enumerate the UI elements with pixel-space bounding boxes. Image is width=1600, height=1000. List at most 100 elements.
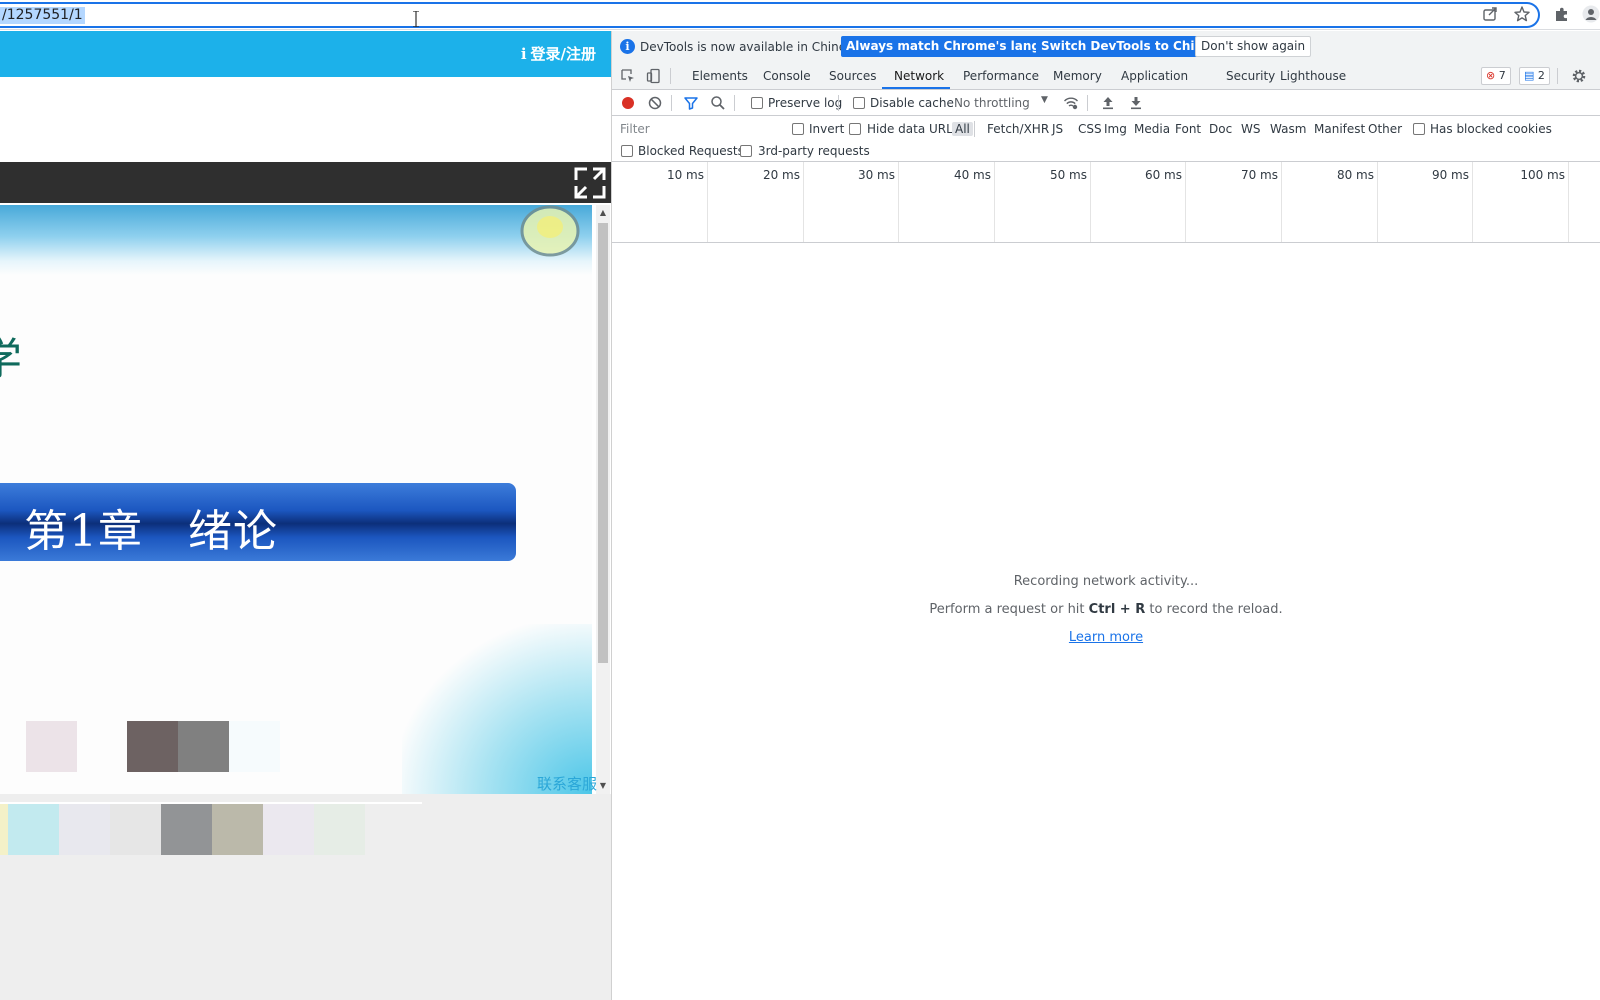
- slide-scrollbar[interactable]: ▲ ▼: [596, 205, 610, 794]
- filter-bar: Filter Invert Hide data URLs All Fetch/X…: [612, 116, 1600, 162]
- message-count-badge[interactable]: ▤ 2: [1519, 67, 1550, 85]
- reload-hint-text: Perform a request or hit Ctrl + R to rec…: [612, 602, 1600, 617]
- blocked-requests-label: Blocked Requests: [638, 144, 744, 158]
- timeline-gridline: [898, 162, 899, 242]
- contact-support-link[interactable]: 联系客服: [537, 773, 597, 794]
- thumbnail-placeholder: [0, 804, 8, 855]
- timeline-gridline: [803, 162, 804, 242]
- language-infobar: i DevTools is now available in Chinese! …: [612, 31, 1600, 62]
- separator: [974, 121, 975, 137]
- tab-memory[interactable]: Memory: [1053, 69, 1102, 83]
- filter-type-fetch-xhr[interactable]: Fetch/XHR: [987, 122, 1049, 136]
- filter-type-font[interactable]: Font: [1175, 122, 1201, 136]
- extensions-puzzle-icon[interactable]: [1553, 5, 1571, 23]
- chevron-down-icon[interactable]: ▼: [1041, 95, 1048, 105]
- has-blocked-cookies-checkbox[interactable]: [1413, 123, 1425, 135]
- filter-type-wasm[interactable]: Wasm: [1270, 122, 1306, 136]
- devtools-panel: i DevTools is now available in Chinese! …: [612, 31, 1600, 1000]
- timeline-tick-label: 100 ms: [1520, 168, 1565, 182]
- filter-type-media[interactable]: Media: [1134, 122, 1170, 136]
- profile-avatar-icon[interactable]: [1582, 5, 1600, 23]
- dont-show-again-button[interactable]: Don't show again: [1195, 36, 1312, 57]
- slide-subject-text: 学: [0, 323, 22, 387]
- learn-more-link[interactable]: Learn more: [612, 630, 1600, 645]
- share-icon[interactable]: [1481, 5, 1499, 23]
- url-text[interactable]: /1257551/1: [0, 7, 85, 24]
- search-icon[interactable]: [710, 95, 726, 111]
- login-register-link[interactable]: i 登录/注册: [521, 43, 596, 64]
- device-toolbar-icon[interactable]: [646, 68, 662, 84]
- active-tab-indicator: [882, 87, 950, 89]
- reload-shortcut: Ctrl + R: [1088, 602, 1146, 617]
- scroll-down-icon[interactable]: ▼: [599, 782, 607, 790]
- separator: [671, 95, 672, 111]
- info-icon: i: [520, 45, 527, 63]
- bookmark-star-icon[interactable]: [1513, 5, 1531, 23]
- record-icon[interactable]: [620, 95, 636, 111]
- filter-type-doc[interactable]: Doc: [1209, 122, 1232, 136]
- throttling-select[interactable]: No throttling: [954, 96, 1030, 110]
- filter-type-img[interactable]: Img: [1104, 122, 1127, 136]
- clear-icon[interactable]: [647, 95, 663, 111]
- network-conditions-icon[interactable]: [1063, 95, 1079, 111]
- timeline-gridline: [994, 162, 995, 242]
- invert-label: Invert: [809, 122, 845, 136]
- invert-checkbox[interactable]: [792, 123, 804, 135]
- fullscreen-expand-icon[interactable]: [570, 163, 610, 203]
- scroll-up-icon[interactable]: ▲: [599, 209, 607, 217]
- timeline-tick-label: 10 ms: [666, 168, 704, 182]
- tab-lighthouse[interactable]: Lighthouse: [1280, 69, 1346, 83]
- export-har-icon[interactable]: [1128, 95, 1144, 111]
- filter-type-css[interactable]: CSS: [1078, 122, 1102, 136]
- tab-sources[interactable]: Sources: [829, 69, 876, 83]
- devtools-tab-bar: Elements Console Sources Network Perform…: [612, 62, 1600, 90]
- timeline-tick-label: 70 ms: [1240, 168, 1278, 182]
- timeline-gridline: [1472, 162, 1473, 242]
- preserve-log-label: Preserve log: [768, 96, 843, 110]
- filter-input[interactable]: Filter: [616, 119, 778, 139]
- thumbnail-placeholder: [314, 804, 365, 855]
- filter-type-js[interactable]: JS: [1052, 122, 1063, 136]
- reload-hint-suffix: to record the reload.: [1145, 602, 1283, 617]
- thumbnail-placeholder: [8, 804, 59, 855]
- filter-type-all[interactable]: All: [952, 122, 973, 136]
- timeline-gridline: [1090, 162, 1091, 242]
- error-count-badge[interactable]: ⊗ 7: [1481, 67, 1511, 85]
- timeline-gridline: [1377, 162, 1378, 242]
- settings-gear-icon[interactable]: [1571, 68, 1587, 84]
- web-page: i登录/注册 学 第1章 绪论 ▲ ▼ 联系客服: [0, 31, 612, 1000]
- error-icon: ⊗: [1486, 69, 1496, 82]
- network-toolbar: Preserve log Disable cache No throttling…: [612, 90, 1600, 116]
- image-placeholder: [26, 721, 77, 772]
- tab-console[interactable]: Console: [763, 69, 811, 83]
- flask-graphic-icon: [520, 205, 580, 257]
- filter-type-other[interactable]: Other: [1368, 122, 1402, 136]
- hide-data-urls-checkbox[interactable]: [849, 123, 861, 135]
- hide-data-urls-label: Hide data URLs: [867, 122, 960, 136]
- slide-footer-graphic: [402, 624, 592, 794]
- third-party-requests-checkbox[interactable]: [740, 145, 752, 157]
- tab-performance[interactable]: Performance: [963, 69, 1039, 83]
- network-overview-timeline[interactable]: 10 ms 20 ms 30 ms 40 ms 50 ms 60 ms 70 m…: [612, 162, 1600, 243]
- tab-application[interactable]: Application: [1121, 69, 1188, 83]
- disable-cache-checkbox[interactable]: [853, 97, 865, 109]
- thumbnail-placeholder: [59, 804, 110, 855]
- scroll-thumb[interactable]: [598, 223, 608, 663]
- filter-icon[interactable]: [683, 95, 699, 111]
- timeline-gridline: [1568, 162, 1569, 242]
- thumbnail-placeholder: [212, 804, 263, 855]
- preserve-log-checkbox[interactable]: [751, 97, 763, 109]
- error-count: 7: [1498, 69, 1506, 82]
- blocked-requests-checkbox[interactable]: [621, 145, 633, 157]
- filter-type-manifest[interactable]: Manifest: [1314, 122, 1365, 136]
- filter-type-ws[interactable]: WS: [1241, 122, 1260, 136]
- slide-page: 学 第1章 绪论: [0, 205, 592, 794]
- timeline-gridline: [707, 162, 708, 242]
- import-har-icon[interactable]: [1100, 95, 1116, 111]
- timeline-gridline: [1185, 162, 1186, 242]
- inspect-element-icon[interactable]: [620, 68, 636, 84]
- tab-security[interactable]: Security: [1226, 69, 1275, 83]
- omnibox[interactable]: /1257551/1: [0, 2, 1540, 28]
- tab-network[interactable]: Network: [894, 69, 944, 83]
- tab-elements[interactable]: Elements: [692, 69, 748, 83]
